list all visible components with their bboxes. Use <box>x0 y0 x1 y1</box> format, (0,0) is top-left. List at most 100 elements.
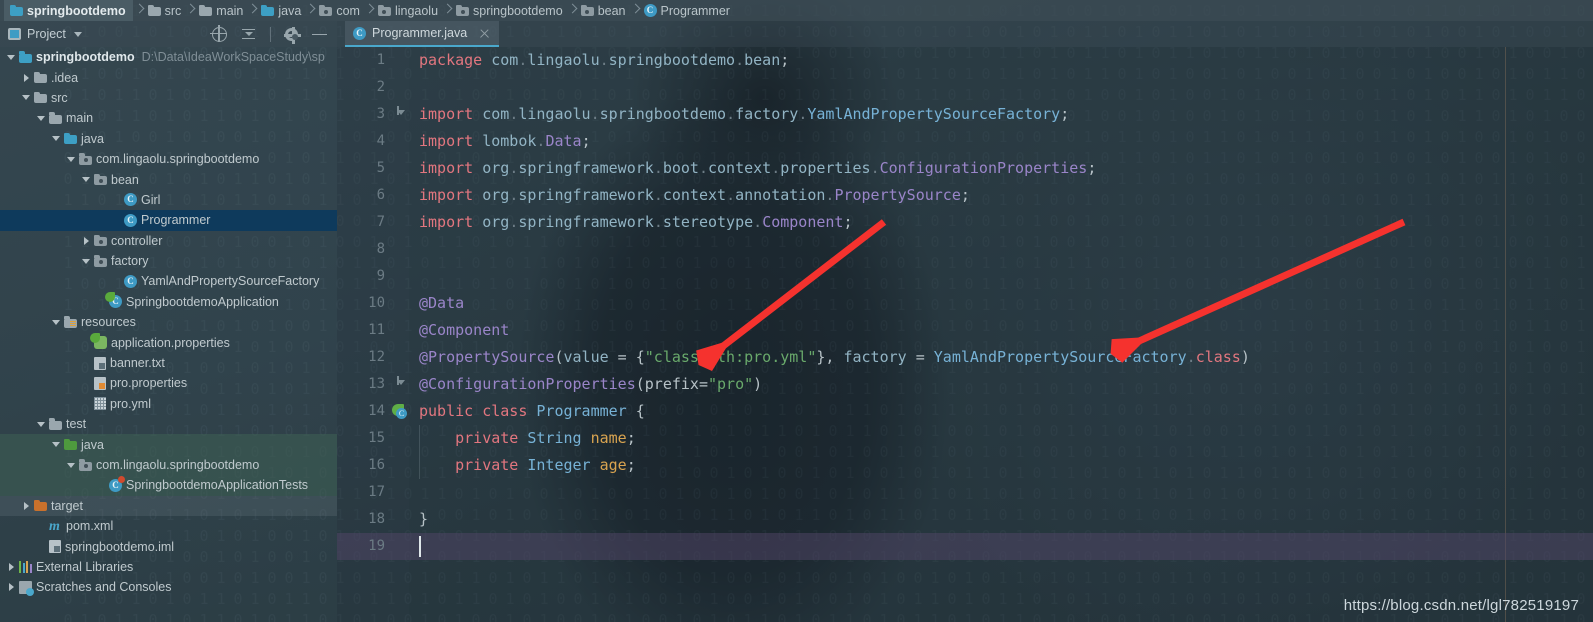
tree-item-java[interactable]: java <box>0 434 337 455</box>
properties-icon <box>94 376 106 390</box>
editor-tab-bar: C Programmer.java <box>337 21 1593 47</box>
tree-item-pro-yml[interactable]: pro.yml <box>0 394 337 414</box>
tree-item-girl[interactable]: C Girl <box>0 190 337 210</box>
chevron-down-icon[interactable] <box>73 31 82 37</box>
breadcrumb-item-bean[interactable]: bean <box>579 0 629 21</box>
tree-item-programmer[interactable]: C Programmer <box>0 210 337 231</box>
tree-item-application-properties[interactable]: application.properties <box>0 332 337 352</box>
tree-item-springbootdemoapplicationtests[interactable]: C SpringbootdemoApplicationTests <box>0 475 337 496</box>
chevron-down-icon[interactable] <box>81 256 92 267</box>
breadcrumb-item-label: bean <box>597 3 626 18</box>
test-source-folder-icon <box>64 438 77 451</box>
breadcrumb-item-java[interactable]: java <box>259 0 304 21</box>
chevron-down-icon[interactable] <box>66 460 77 471</box>
tree-item-springbootdemo-iml[interactable]: springbootdemo.iml <box>0 536 337 556</box>
breadcrumb-item-src[interactable]: src <box>146 0 185 21</box>
tree-item-test[interactable]: test <box>0 414 337 434</box>
folder-icon <box>147 4 161 16</box>
chevron-right-icon[interactable] <box>21 500 32 511</box>
tree-item-bean[interactable]: bean <box>0 169 337 189</box>
class-icon: C <box>124 274 137 288</box>
chevron-right-icon[interactable] <box>21 72 32 83</box>
package-icon <box>377 4 391 16</box>
chevron-right-icon[interactable] <box>6 561 17 572</box>
module-file-icon <box>49 540 61 554</box>
class-icon: C <box>124 213 137 227</box>
chevron-down-icon[interactable] <box>81 174 92 185</box>
breadcrumb-item-label: java <box>278 3 302 18</box>
breadcrumb-item-lingaolu[interactable]: lingaolu <box>376 0 441 21</box>
tree-item-label: External Libraries <box>36 559 134 574</box>
ide-window: 0000000011111111111100000000000001111111… <box>0 0 1593 622</box>
breadcrumb-item-main[interactable]: main <box>197 0 246 21</box>
editor-tab-programmer[interactable]: C Programmer.java <box>345 21 500 47</box>
close-icon[interactable] <box>479 28 490 39</box>
breadcrumb-item-springbootdemo[interactable]: springbootdemo <box>454 0 566 21</box>
chevron-down-icon[interactable] <box>36 419 47 430</box>
breadcrumb-item-programmer[interactable]: C Programmer <box>642 0 733 21</box>
tree-item-resources[interactable]: resources <box>0 312 337 332</box>
chevron-down-icon[interactable] <box>36 113 47 124</box>
tree-item-banner-txt[interactable]: banner.txt <box>0 353 337 373</box>
tree-item-com-lingaolu-springbootdemo[interactable]: com.lingaolu.springbootdemo <box>0 149 337 169</box>
package-icon <box>94 255 107 267</box>
minimize-icon[interactable] <box>312 27 327 42</box>
tree-item-controller[interactable]: controller <box>0 231 337 251</box>
spring-class-icon: C <box>105 292 122 309</box>
tree-item-label: main <box>66 111 94 126</box>
toolbar-divider <box>270 26 271 42</box>
right-margin-guide <box>1505 47 1506 622</box>
chevron-down-icon[interactable] <box>51 133 62 144</box>
text-file-icon <box>94 356 106 370</box>
project-tree[interactable]: springbootdemo D:\Data\IdeaWorkSpaceStudy… <box>0 47 337 622</box>
collapse-all-icon[interactable] <box>241 27 256 42</box>
editor-gutter[interactable] <box>337 47 409 622</box>
tree-item-pro-properties[interactable]: pro.properties <box>0 373 337 393</box>
tree-item-target[interactable]: target <box>0 495 337 516</box>
tree-item-factory[interactable]: factory <box>0 251 337 271</box>
folder-icon <box>34 71 47 84</box>
breadcrumb-item-label: com <box>336 3 360 18</box>
tree-item--idea[interactable]: .idea <box>0 67 337 87</box>
breadcrumb-separator <box>365 0 375 21</box>
gear-icon[interactable] <box>284 26 301 44</box>
editor-tab-label: Programmer.java <box>372 26 468 40</box>
tree-item-external-libraries[interactable]: External Libraries <box>0 557 337 577</box>
project-tool-window-title[interactable]: Project <box>8 27 82 41</box>
tree-item-label: src <box>51 90 68 105</box>
tree-item-main[interactable]: main <box>0 108 337 128</box>
breadcrumb[interactable]: springbootdemo src main java com lingaolu spri… <box>0 0 1593 21</box>
chevron-right-icon[interactable] <box>6 582 17 593</box>
breadcrumb-item-springbootdemo[interactable]: springbootdemo <box>4 0 133 21</box>
chevron-down-icon[interactable] <box>51 317 62 328</box>
tree-item-label: .idea <box>51 70 79 85</box>
tree-item-springbootdemo[interactable]: springbootdemo D:\Data\IdeaWorkSpaceStudy… <box>0 47 337 67</box>
tree-item-yamlandpropertysourcefactory[interactable]: C YamlAndPropertySourceFactory <box>0 271 337 291</box>
maven-icon: m <box>49 518 60 534</box>
tree-item-java[interactable]: java <box>0 129 337 149</box>
chevron-right-icon[interactable] <box>81 235 92 246</box>
tree-item-label: springbootdemo <box>36 50 135 65</box>
tree-item-com-lingaolu-springbootdemo[interactable]: com.lingaolu.springbootdemo <box>0 454 337 476</box>
folder-icon <box>199 4 213 16</box>
editor-code-area[interactable] <box>409 47 1593 622</box>
tree-item-scratches-and-consoles[interactable]: Scratches and Consoles <box>0 577 337 597</box>
package-icon <box>580 4 594 16</box>
source-folder-icon <box>261 4 275 16</box>
tree-item-src[interactable]: src <box>0 88 337 108</box>
package-icon <box>456 4 470 16</box>
chevron-down-icon[interactable] <box>6 52 17 63</box>
chevron-down-icon[interactable] <box>51 439 62 450</box>
tree-item-label: pro.properties <box>110 376 188 391</box>
yaml-icon <box>94 397 106 411</box>
chevron-down-icon[interactable] <box>21 92 32 103</box>
tree-item-springbootdemoapplication[interactable]: C SpringbootdemoApplication <box>0 292 337 312</box>
breadcrumb-item-com[interactable]: com <box>317 0 363 21</box>
chevron-down-icon[interactable] <box>66 154 77 165</box>
locate-icon[interactable] <box>210 24 227 42</box>
tree-item-pom-xml[interactable]: m pom.xml <box>0 516 337 536</box>
